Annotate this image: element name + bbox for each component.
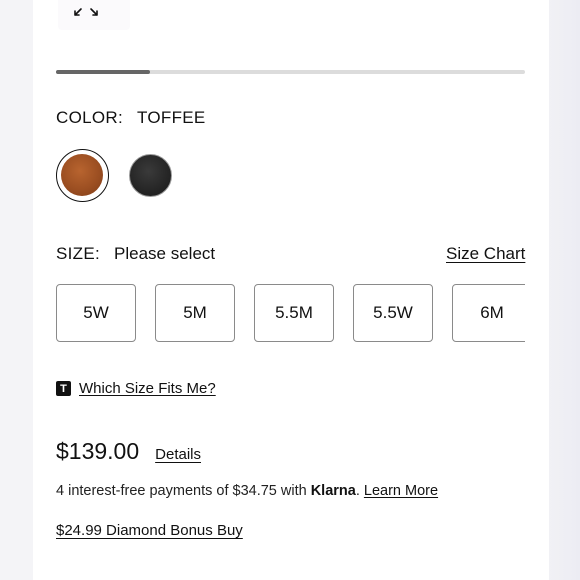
klarna-payment-info: 4 interest-free payments of $34.75 with … bbox=[56, 483, 438, 499]
size-value: Please select bbox=[114, 244, 216, 263]
details-link[interactable]: Details bbox=[155, 446, 201, 463]
color-value: TOFFEE bbox=[136, 108, 206, 127]
klarna-period: . bbox=[355, 483, 364, 499]
which-size-fits-link[interactable]: Which Size Fits Me? bbox=[79, 380, 216, 397]
klarna-logo: Klarna bbox=[310, 483, 356, 499]
size-option-5-5w[interactable]: 5.5W bbox=[353, 284, 433, 342]
color-row: COLOR: TOFFEE bbox=[56, 108, 206, 128]
gallery-progress-fill bbox=[56, 70, 150, 74]
size-row: SIZE: Please select bbox=[56, 244, 215, 264]
klarna-text: 4 interest-free payments of $34.75 with bbox=[56, 483, 311, 499]
t-logo-icon: T bbox=[56, 381, 71, 396]
color-label: COLOR: bbox=[56, 108, 123, 127]
price-row: $139.00 Details bbox=[56, 438, 201, 465]
size-option-5-5m[interactable]: 5.5M bbox=[254, 284, 334, 342]
gallery-progress-track bbox=[56, 70, 525, 74]
size-label: SIZE: bbox=[56, 244, 101, 263]
size-chart-link[interactable]: Size Chart bbox=[446, 244, 525, 264]
size-option-5m[interactable]: 5M bbox=[155, 284, 235, 342]
expand-arrows-icon[interactable] bbox=[73, 0, 99, 18]
size-option-6m[interactable]: 6M bbox=[452, 284, 525, 342]
fit-finder: T Which Size Fits Me? bbox=[56, 380, 216, 397]
swatch-black[interactable] bbox=[129, 154, 172, 197]
page-background-right bbox=[549, 0, 580, 580]
klarna-learn-more-link[interactable]: Learn More bbox=[364, 483, 438, 499]
page-background-left bbox=[0, 0, 33, 580]
diamond-bonus-buy-link[interactable]: $24.99 Diamond Bonus Buy bbox=[56, 522, 243, 539]
price: $139.00 bbox=[56, 438, 140, 464]
size-option-5w[interactable]: 5W bbox=[56, 284, 136, 342]
size-options: 5W 5M 5.5M 5.5W 6M bbox=[56, 284, 525, 344]
swatch-toffee-fill bbox=[61, 154, 103, 196]
swatch-toffee[interactable] bbox=[56, 149, 109, 202]
